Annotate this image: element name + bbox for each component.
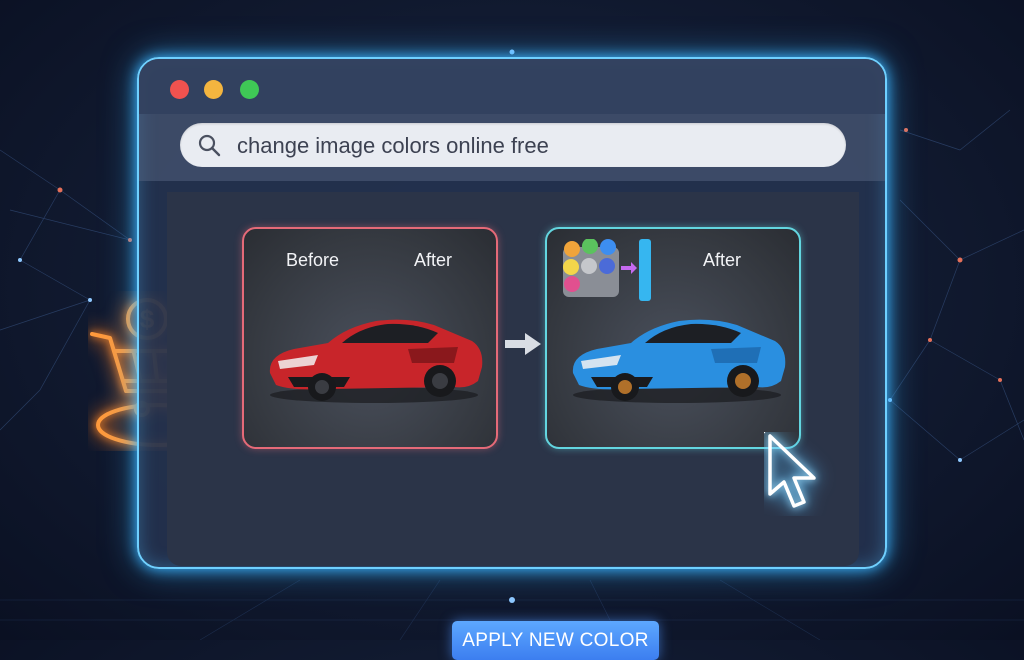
- close-button[interactable]: [170, 80, 189, 99]
- minimize-button[interactable]: [204, 80, 223, 99]
- color-palette-icon: [563, 239, 651, 301]
- before-panel: Before After: [242, 227, 498, 449]
- arrow-right-icon: [505, 333, 541, 355]
- search-bar[interactable]: [180, 123, 846, 167]
- red-car-image: [269, 319, 483, 403]
- before-label: Before: [286, 250, 340, 270]
- blue-car-image: [572, 319, 786, 403]
- after-panel: After: [545, 227, 801, 449]
- after-result-label: After: [703, 250, 742, 270]
- apply-new-color-button[interactable]: APPLY NEW COLOR: [452, 621, 659, 660]
- search-input[interactable]: [235, 129, 829, 163]
- toolbar: [139, 114, 885, 181]
- mouse-pointer-icon: [764, 432, 816, 508]
- title-bar: [139, 59, 885, 114]
- after-label: After: [414, 250, 453, 270]
- maximize-button[interactable]: [240, 80, 259, 99]
- search-icon: [198, 134, 221, 157]
